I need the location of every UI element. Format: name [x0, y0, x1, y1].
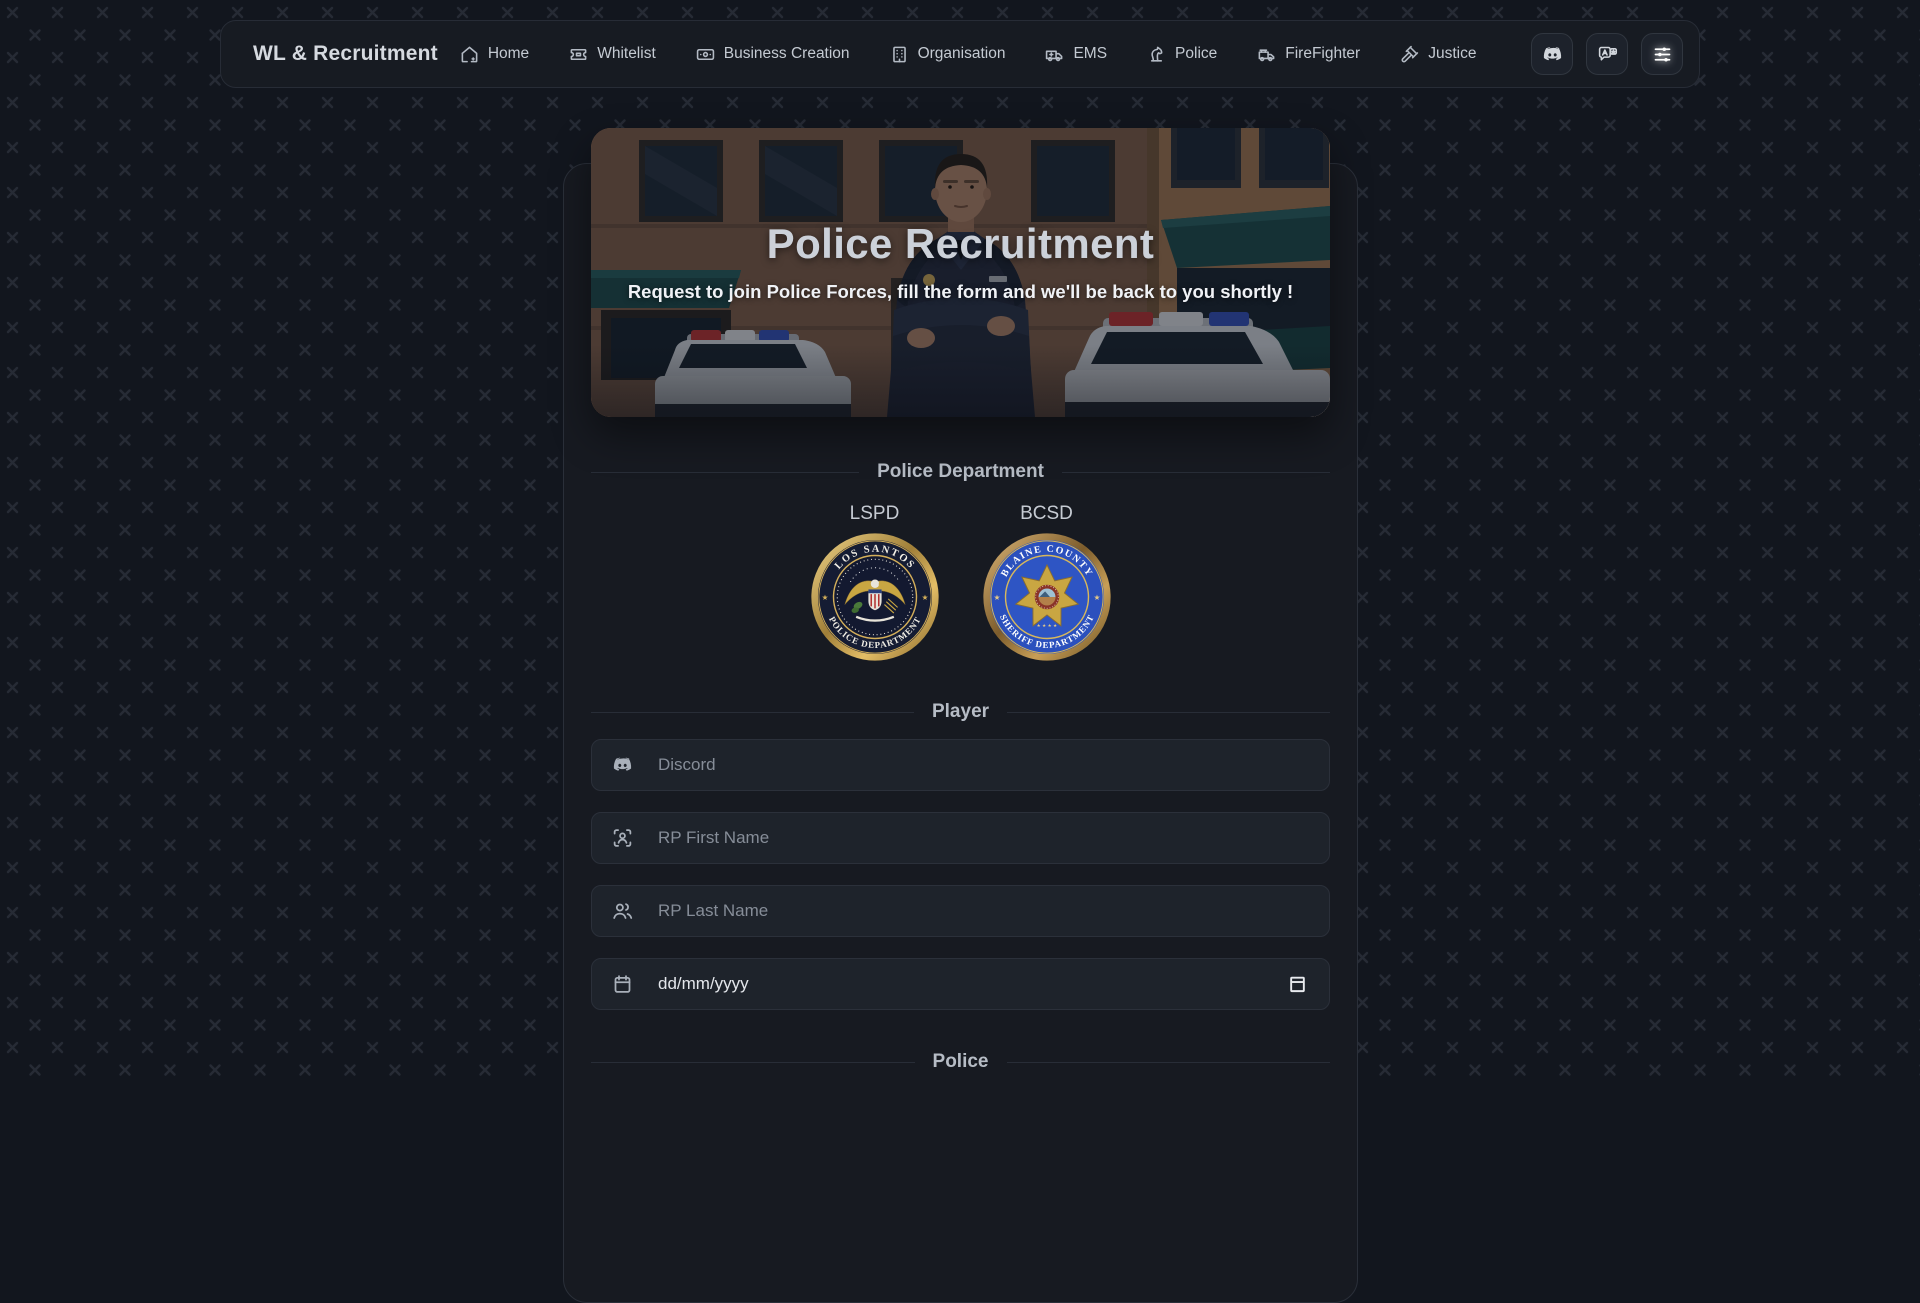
- rp-last-name-field: [591, 885, 1330, 937]
- hero-text: Police Recruitment Request to join Polic…: [591, 128, 1330, 417]
- date-picker-icon[interactable]: [1288, 975, 1307, 994]
- section-heading-police-department: Police Department: [591, 461, 1330, 483]
- discord-field: [591, 739, 1330, 791]
- nav-item-justice[interactable]: Justice: [1400, 45, 1476, 64]
- navbar: WL & Recruitment Home Whitelist Business…: [220, 20, 1700, 88]
- nav-items: Home Whitelist Business Creation Organis…: [460, 45, 1477, 64]
- nav-item-label: FireFighter: [1285, 45, 1360, 63]
- filters-button[interactable]: [1641, 33, 1683, 75]
- discord-input[interactable]: [591, 739, 1330, 791]
- ticket-icon: [569, 45, 588, 64]
- nav-item-business-creation[interactable]: Business Creation: [696, 45, 850, 64]
- nav-item-label: EMS: [1073, 45, 1107, 63]
- ambulance-icon: [1045, 45, 1064, 64]
- bcsd-badge[interactable]: ★★ BLAINE COUNTY SHERIFF DEPARTMENT ★ ★ …: [981, 531, 1113, 663]
- lspd-seal: ★★ LOS SANTOS POLICE DEPARTMENT: [809, 531, 941, 663]
- section-heading-player: Player: [591, 701, 1330, 723]
- nav-item-label: Home: [488, 45, 529, 63]
- nav-actions: [1531, 33, 1683, 75]
- translate-icon: [1597, 44, 1618, 65]
- section-title: Player: [932, 701, 989, 723]
- discord-button[interactable]: [1531, 33, 1573, 75]
- building-icon: [890, 45, 909, 64]
- nav-item-ems[interactable]: EMS: [1045, 45, 1107, 64]
- bcsd-label: BCSD: [981, 503, 1113, 525]
- lspd-badge[interactable]: ★★ LOS SANTOS POLICE DEPARTMENT: [809, 531, 941, 663]
- rp-first-name-input[interactable]: [591, 812, 1330, 864]
- hero-title: Police Recruitment: [767, 220, 1155, 268]
- translate-button[interactable]: [1586, 33, 1628, 75]
- discord-icon: [1542, 44, 1563, 65]
- firetruck-icon: [1257, 45, 1276, 64]
- section-title: Police Department: [877, 461, 1044, 483]
- department-badges: ★★ LOS SANTOS POLICE DEPARTMENT: [809, 531, 1113, 663]
- nav-item-label: Police: [1175, 45, 1217, 63]
- rp-first-name-field: [591, 812, 1330, 864]
- bcsd-seal: ★★ BLAINE COUNTY SHERIFF DEPARTMENT ★ ★ …: [981, 531, 1113, 663]
- nav-item-home[interactable]: Home: [460, 45, 529, 64]
- nav-item-whitelist[interactable]: Whitelist: [569, 45, 656, 64]
- svg-text:★ ★ ★ ★: ★ ★ ★ ★: [1036, 623, 1058, 628]
- recruitment-card: Police Recruitment Request to join Polic…: [563, 163, 1358, 1303]
- section-heading-police: Police: [591, 1051, 1330, 1073]
- department-labels: LSPD BCSD: [809, 503, 1113, 525]
- chess-knight-icon: [1147, 45, 1166, 64]
- nav-item-label: Justice: [1428, 45, 1476, 63]
- gavel-icon: [1400, 45, 1419, 64]
- brand-title: WL & Recruitment: [253, 42, 438, 66]
- nav-item-label: Whitelist: [597, 45, 656, 63]
- rp-last-name-input[interactable]: [591, 885, 1330, 937]
- nav-item-label: Business Creation: [724, 45, 850, 63]
- home-icon: [460, 45, 479, 64]
- section-title: Police: [933, 1051, 989, 1073]
- lspd-label: LSPD: [809, 503, 941, 525]
- hero-banner: Police Recruitment Request to join Polic…: [591, 128, 1330, 417]
- hero-subtitle: Request to join Police Forces, fill the …: [628, 281, 1293, 303]
- nav-item-police[interactable]: Police: [1147, 45, 1217, 64]
- birth-date-input[interactable]: [591, 958, 1330, 1010]
- nav-item-organisation[interactable]: Organisation: [890, 45, 1006, 64]
- sliders-icon: [1652, 44, 1673, 65]
- birth-date-field: [591, 958, 1330, 1010]
- banknote-icon: [696, 45, 715, 64]
- nav-item-label: Organisation: [918, 45, 1006, 63]
- nav-item-firefighter[interactable]: FireFighter: [1257, 45, 1360, 64]
